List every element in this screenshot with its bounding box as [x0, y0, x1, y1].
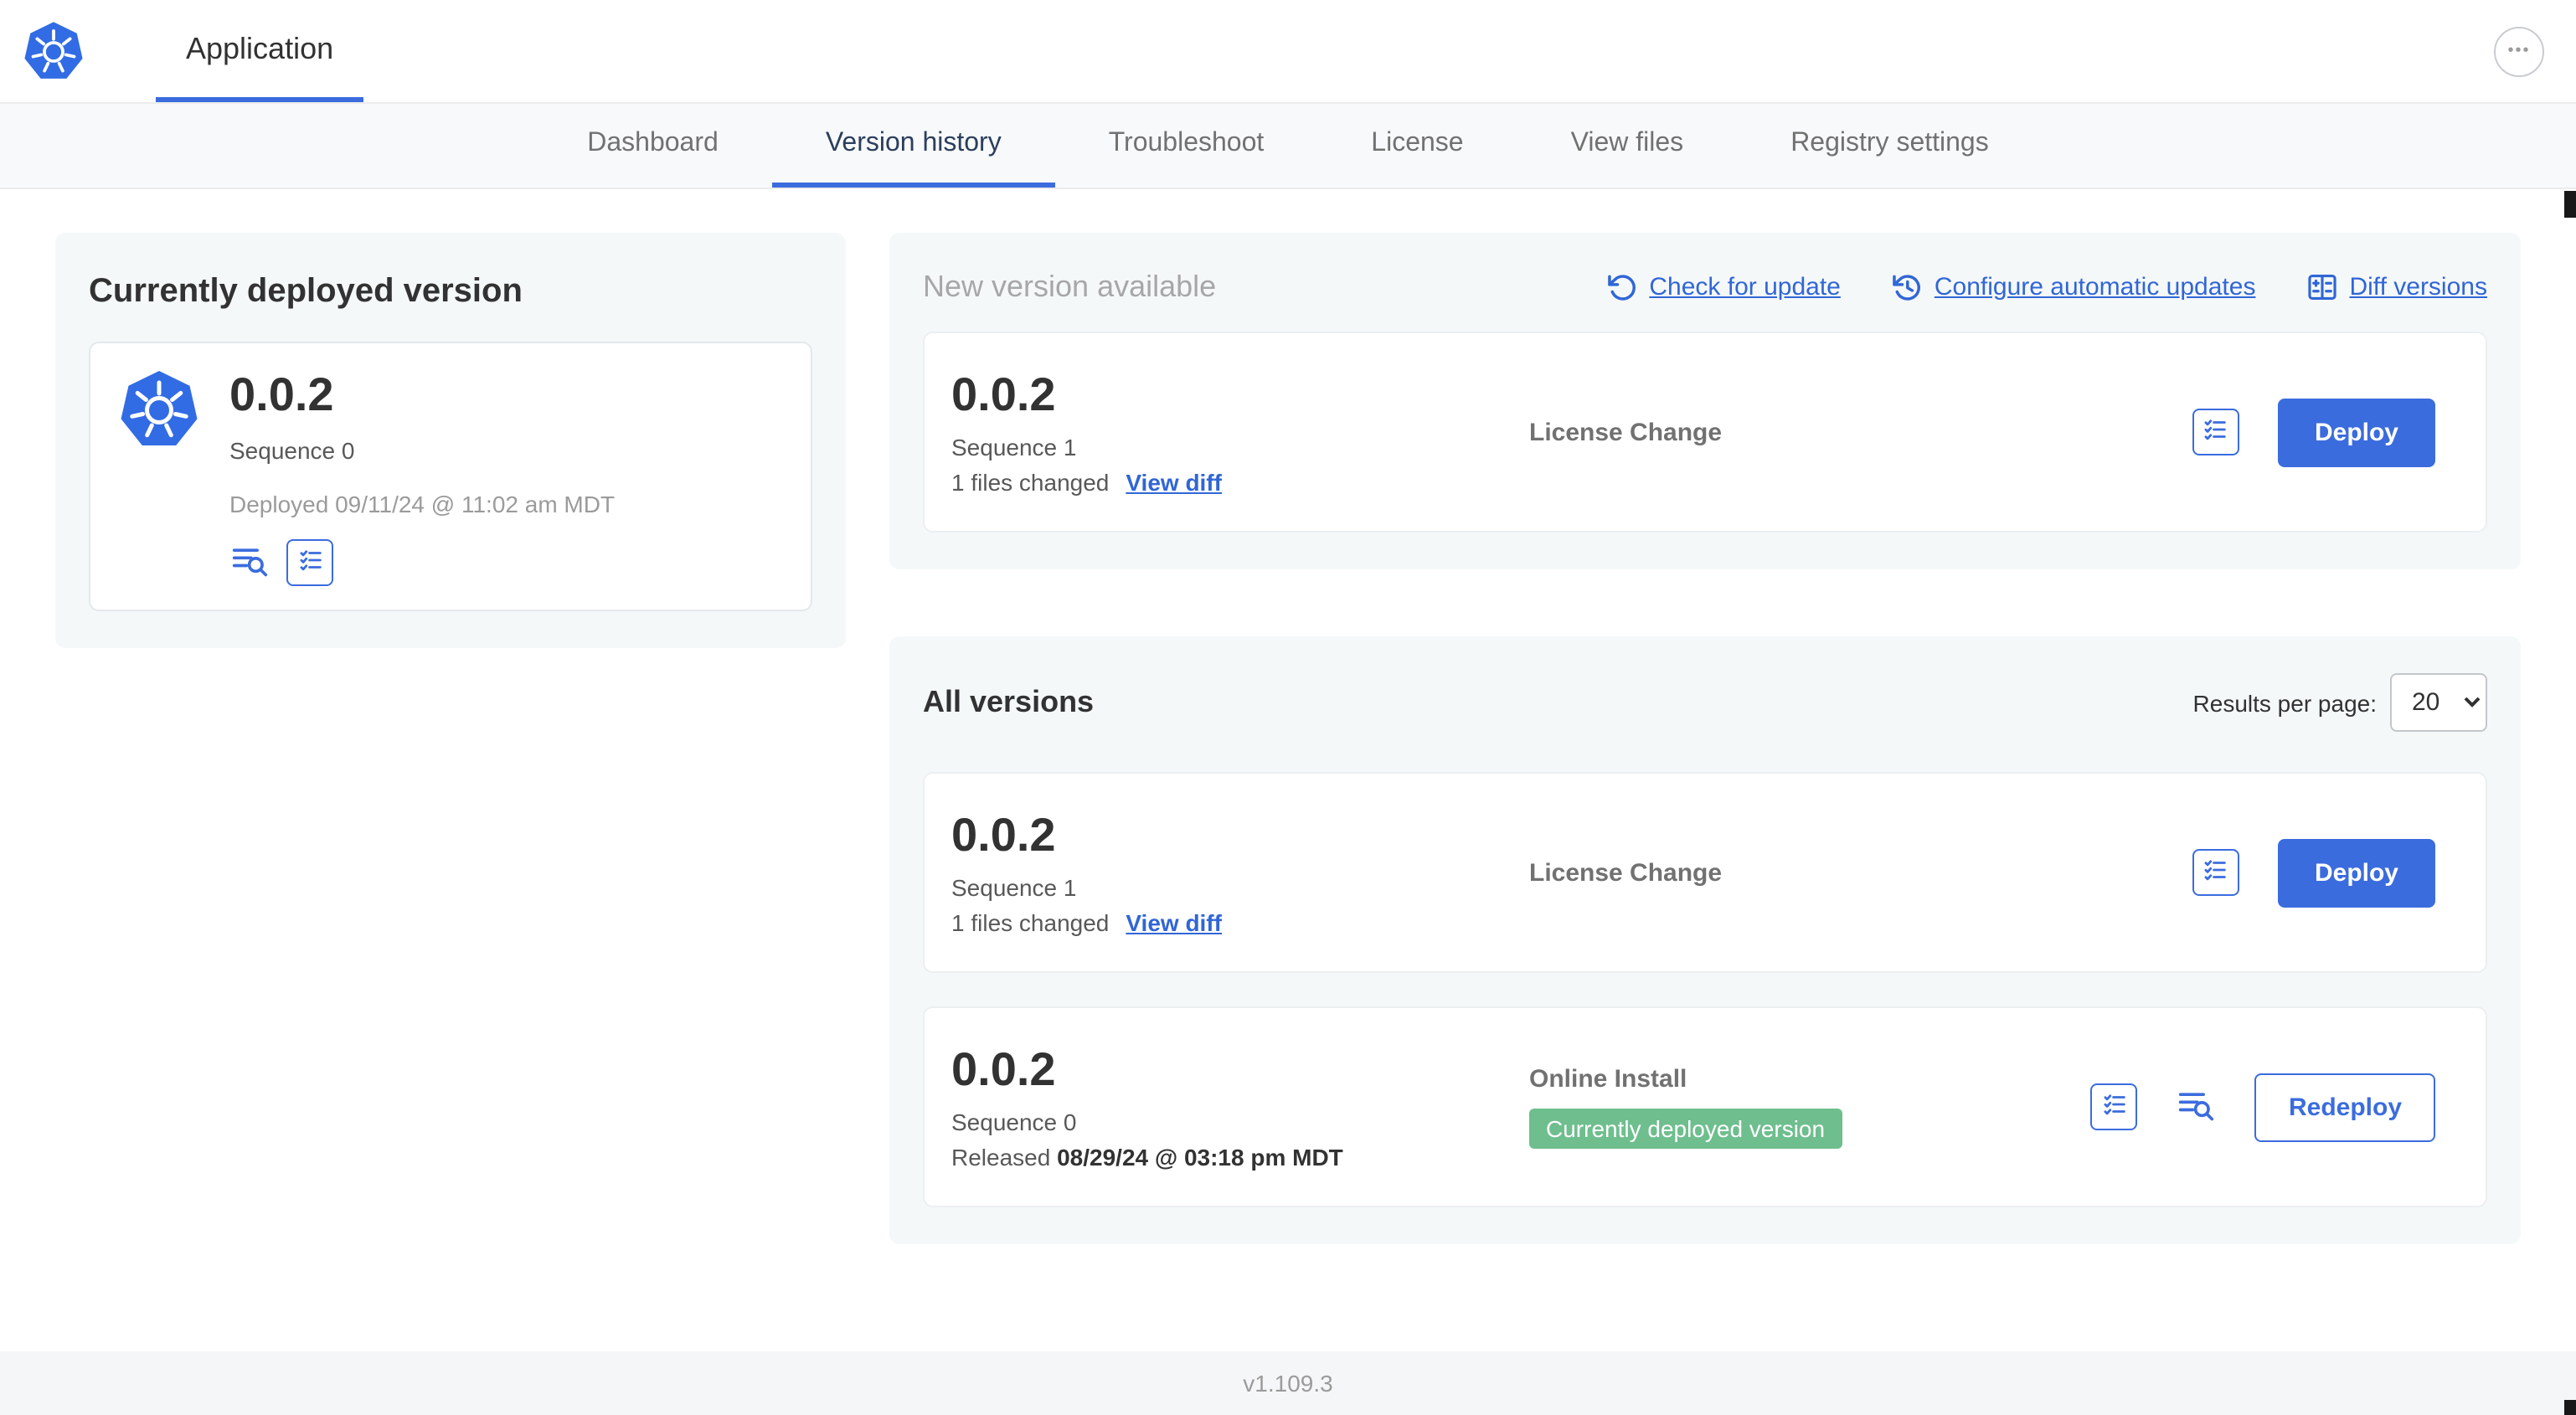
ellipsis-icon: •••: [2507, 42, 2531, 60]
deploy-button[interactable]: Deploy: [2277, 838, 2435, 907]
app-footer: v1.109.3: [0, 1351, 2576, 1415]
version-number: 0.0.2: [229, 368, 334, 420]
results-per-page-label: Results per page:: [2192, 689, 2377, 716]
all-versions-panel: All versions Results per page: 20 0.0.2 …: [889, 636, 2521, 1244]
checklist-icon: [2202, 415, 2230, 449]
release-notes-button[interactable]: [2192, 409, 2239, 455]
version-number: 0.0.2: [951, 368, 1056, 420]
refresh-icon: [1607, 275, 1636, 301]
current-version-panel: Currently deployed version 0.0.2 Sequenc…: [55, 233, 846, 648]
checklist-icon: [2202, 856, 2230, 889]
logs-icon: [2177, 1086, 2217, 1128]
new-version-title: New version available: [923, 270, 1217, 303]
scrollbar-thumb[interactable]: [2564, 191, 2576, 218]
all-versions-title: All versions: [923, 685, 1095, 718]
page: Application ••• Dashboard Version histor…: [0, 0, 2576, 1415]
tab-version-history[interactable]: Version history: [771, 104, 1055, 188]
clock-refresh-icon: [1893, 275, 1920, 301]
nav-tabs: Dashboard Version history Troubleshoot L…: [0, 104, 2576, 189]
app-header: Application •••: [0, 0, 2576, 104]
view-logs-button[interactable]: [2177, 1086, 2217, 1128]
deploy-button[interactable]: Deploy: [2277, 398, 2435, 466]
release-source-label: License Change: [1529, 858, 1723, 887]
checklist-icon: [2100, 1090, 2129, 1124]
version-row: 0.0.2 Sequence 0 Released 08/29/24 @ 03:…: [923, 1006, 2487, 1207]
overflow-menu-button[interactable]: •••: [2494, 26, 2544, 76]
files-changed-label: 1 files changed: [951, 909, 1110, 936]
release-source-label: License Change: [1529, 418, 1723, 446]
diff-versions-link[interactable]: Diff versions: [2306, 271, 2487, 303]
release-notes-button[interactable]: [286, 539, 333, 586]
sequence-label: Sequence 1: [951, 874, 1077, 901]
version-row: 0.0.2 Sequence 1 1 files changed View di…: [923, 772, 2487, 973]
current-version-title: Currently deployed version: [89, 273, 523, 310]
main-content: Currently deployed version 0.0.2 Sequenc…: [0, 189, 2576, 1351]
sequence-label: Sequence 1: [951, 434, 1077, 461]
files-changed-label: 1 files changed: [951, 469, 1110, 496]
release-source-label: Online Install: [1529, 1065, 1687, 1093]
sequence-label: Sequence 0: [229, 437, 355, 464]
release-notes-button[interactable]: [2090, 1083, 2138, 1130]
tab-view-files[interactable]: View files: [1517, 104, 1738, 188]
tab-license[interactable]: License: [1317, 104, 1517, 188]
redeploy-button[interactable]: Redeploy: [2254, 1073, 2435, 1141]
view-diff-link[interactable]: View diff: [1126, 909, 1222, 936]
new-version-release-row: 0.0.2 Sequence 1 1 files changed View di…: [923, 332, 2487, 533]
view-logs-button[interactable]: [229, 542, 270, 584]
app-tab-application[interactable]: Application: [156, 0, 364, 102]
deployed-timestamp: Deployed 09/11/24 @ 11:02 am MDT: [229, 491, 616, 517]
check-for-update-link[interactable]: Check for update: [1605, 271, 1841, 303]
diff-icon: [2307, 274, 2336, 301]
app-version-label: v1.109.3: [1243, 1370, 1333, 1397]
kubernetes-app-icon: [117, 368, 201, 586]
deployed-version-card: 0.0.2 Sequence 0 Deployed 09/11/24 @ 11:…: [89, 342, 812, 611]
version-number: 0.0.2: [951, 809, 1056, 861]
version-number: 0.0.2: [951, 1043, 1056, 1095]
tab-troubleshoot[interactable]: Troubleshoot: [1055, 104, 1318, 188]
tab-registry-settings[interactable]: Registry settings: [1737, 104, 2043, 188]
configure-automatic-updates-link[interactable]: Configure automatic updates: [1891, 271, 2255, 303]
currently-deployed-badge: Currently deployed version: [1529, 1109, 1842, 1149]
release-notes-button[interactable]: [2192, 849, 2239, 896]
tab-dashboard[interactable]: Dashboard: [533, 104, 772, 188]
kubernetes-logo-icon: [0, 0, 85, 102]
checklist-icon: [296, 546, 324, 579]
released-timestamp: Released 08/29/24 @ 03:18 pm MDT: [951, 1144, 1343, 1171]
app-tab-label: Application: [186, 31, 334, 64]
results-per-page-select[interactable]: 20: [2390, 673, 2487, 732]
view-diff-link[interactable]: View diff: [1126, 469, 1222, 496]
new-version-panel: New version available Check for update C…: [889, 233, 2521, 569]
logs-icon: [229, 542, 270, 584]
sequence-label: Sequence 0: [951, 1109, 1077, 1135]
scrollbar-thumb[interactable]: [2564, 1400, 2576, 1415]
right-column: New version available Check for update C…: [889, 233, 2521, 1244]
